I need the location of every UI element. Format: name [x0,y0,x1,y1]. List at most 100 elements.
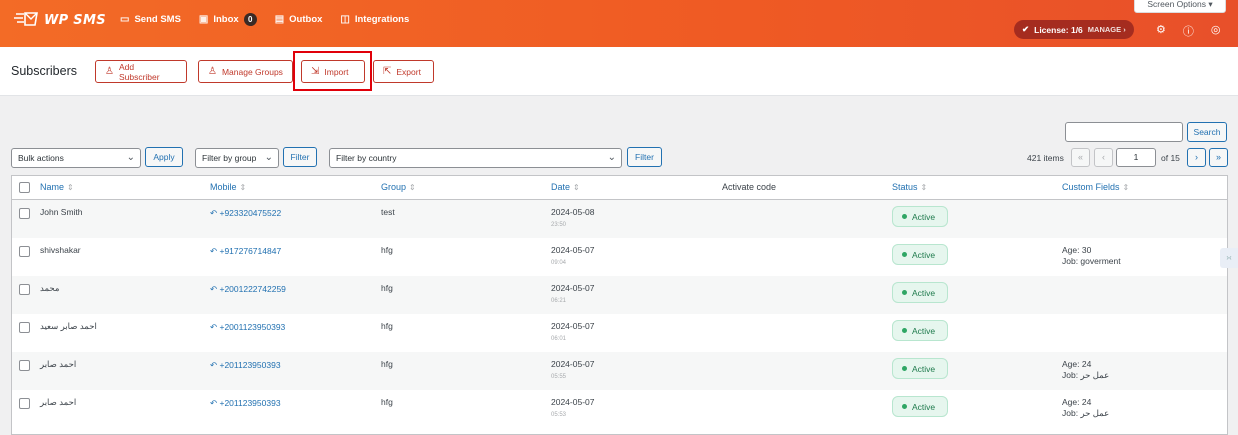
subscriber-group: hfg [381,359,393,369]
notifications-icon[interactable]: ◎ [1211,23,1221,39]
status-dot-icon [902,252,907,257]
column-group[interactable]: Group ⇕ [381,182,416,192]
subscriber-name[interactable]: محمد [40,283,59,294]
row-checkbox[interactable] [19,398,30,409]
items-count: 421 items [1027,153,1064,163]
prev-page-button[interactable]: ‹ [1094,148,1113,167]
help-icon[interactable]: ⓘ [1183,23,1194,39]
status-badge: Active [892,282,948,303]
nav-send-sms[interactable]: ▭ Send SMS [120,14,181,25]
status-dot-icon [902,214,907,219]
gear-icon[interactable]: ⚙ [1156,23,1166,39]
export-button[interactable]: ⇱ Export [373,60,434,83]
subscriber-time: 09:04 [551,260,567,266]
button-label: Add Subscriber [118,61,160,82]
status-dot-icon [902,290,907,295]
subscriber-name[interactable]: John Smith [40,207,83,217]
mobile-value: +201123950393 [219,398,281,408]
column-status[interactable]: Status ⇕ [892,182,927,192]
row-checkbox[interactable] [19,246,30,257]
custom-field-line: Age: 24 [1062,397,1092,407]
row-checkbox[interactable] [19,360,30,371]
license-pill[interactable]: ✔ License: 1/6 MANAGE › [1014,20,1134,39]
column-custom-fields[interactable]: Custom Fields ⇕ [1062,182,1129,192]
filter-country-button[interactable]: Filter [627,147,662,167]
nav-inbox[interactable]: ▣ Inbox 0 [199,13,257,26]
subscriber-name[interactable]: shivshakar [40,245,81,255]
column-label: Mobile [210,182,237,192]
subscriber-group: hfg [381,321,393,331]
search-button[interactable]: Search [1187,122,1227,142]
column-mobile[interactable]: Mobile ⇕ [210,182,246,192]
status-label: Active [912,325,936,336]
mobile-value: +917276714847 [219,246,282,256]
status-dot-icon [902,366,907,371]
subscriber-date: 2024-05-07 [551,359,595,369]
current-page-input[interactable]: 1 [1116,148,1156,167]
subscriber-mobile[interactable]: ↶ +2001123950393 [210,322,285,333]
custom-field-line: Job: عمل حر [1062,408,1110,418]
custom-field-line: Age: 30 [1062,245,1092,255]
status-label: Active [912,287,936,298]
column-label: Status [892,182,918,192]
subscriber-mobile[interactable]: ↶ +2001222742259 [210,284,286,295]
import-highlight-box [293,51,372,91]
manage-groups-button[interactable]: ♙ Manage Groups [198,60,293,83]
select-value: Filter by country [336,153,397,163]
outbox-icon: ▤ [274,14,285,25]
first-page-button[interactable]: « [1071,148,1090,167]
add-subscriber-button[interactable]: ♙ Add Subscriber [95,60,187,83]
subscriber-mobile[interactable]: ↶ +923320475522 [210,208,281,219]
column-activate-code: Activate code [722,182,777,192]
column-name[interactable]: Name ⇕ [40,182,74,192]
status-badge: Active [892,358,948,379]
nav-label: Integrations [354,14,410,25]
select-all-checkbox[interactable] [19,182,30,193]
filter-country-select[interactable]: Filter by country ⌄ [329,148,622,168]
column-date[interactable]: Date ⇕ [551,182,580,192]
mobile-value: +2001222742259 [219,284,286,294]
subscriber-group: hfg [381,283,393,293]
mobile-value: +201123950393 [219,360,281,370]
subscriber-date: 2024-05-07 [551,397,595,407]
subscriber-name[interactable]: احمد صابر سعيد [40,321,97,332]
filter-group-select[interactable]: Filter by group ⌄ [195,148,279,168]
table-row: احمد صابر ↶ +201123950393 hfg 2024-05-07… [12,352,1227,390]
bulk-actions-select[interactable]: Bulk actions ⌄ [11,148,141,168]
subscriber-mobile[interactable]: ↶ +917276714847 [210,246,281,257]
filter-group-button[interactable]: Filter [283,147,317,167]
subscriber-time: 06:01 [551,336,567,342]
manage-license-link[interactable]: MANAGE › [1088,25,1126,34]
subscriber-mobile[interactable]: ↶ +201123950393 [210,398,281,409]
sort-icon: ⇕ [67,183,74,192]
export-icon: ⇱ [383,66,392,77]
select-value: Filter by group [202,153,257,163]
row-checkbox[interactable] [19,284,30,295]
status-label: Active [912,401,936,412]
subscriber-name[interactable]: احمد صابر [40,397,76,408]
row-checkbox[interactable] [19,322,30,333]
subscriber-date: 2024-05-07 [551,283,595,293]
logo[interactable]: WP SMS [14,12,106,29]
subscriber-group: test [381,207,395,217]
sort-icon: ⇕ [239,183,247,192]
subscriber-name[interactable]: احمد صابر [40,359,76,370]
search-input[interactable] [1065,122,1183,142]
side-panel-toggle[interactable]: ›‹ [1220,248,1238,268]
nav-label: Inbox [213,14,239,25]
column-label: Custom Fields [1062,182,1120,192]
subscriber-mobile[interactable]: ↶ +201123950393 [210,360,281,371]
sort-icon: ⇕ [1122,183,1130,192]
nav-integrations[interactable]: ◫ Integrations [340,14,409,25]
row-checkbox[interactable] [19,208,30,219]
chevron-down-icon: ⌄ [607,152,616,163]
last-page-button[interactable]: » [1209,148,1228,167]
apply-button[interactable]: Apply [145,147,183,167]
nav-outbox[interactable]: ▤ Outbox [275,14,323,25]
next-page-button[interactable]: › [1187,148,1206,167]
status-dot-icon [902,328,907,333]
license-label: License: 1/6 [1034,24,1083,35]
screen-options-button[interactable]: Screen Options ▾ [1134,0,1226,13]
column-label: Date [551,182,571,192]
subscriber-group: hfg [381,397,393,407]
